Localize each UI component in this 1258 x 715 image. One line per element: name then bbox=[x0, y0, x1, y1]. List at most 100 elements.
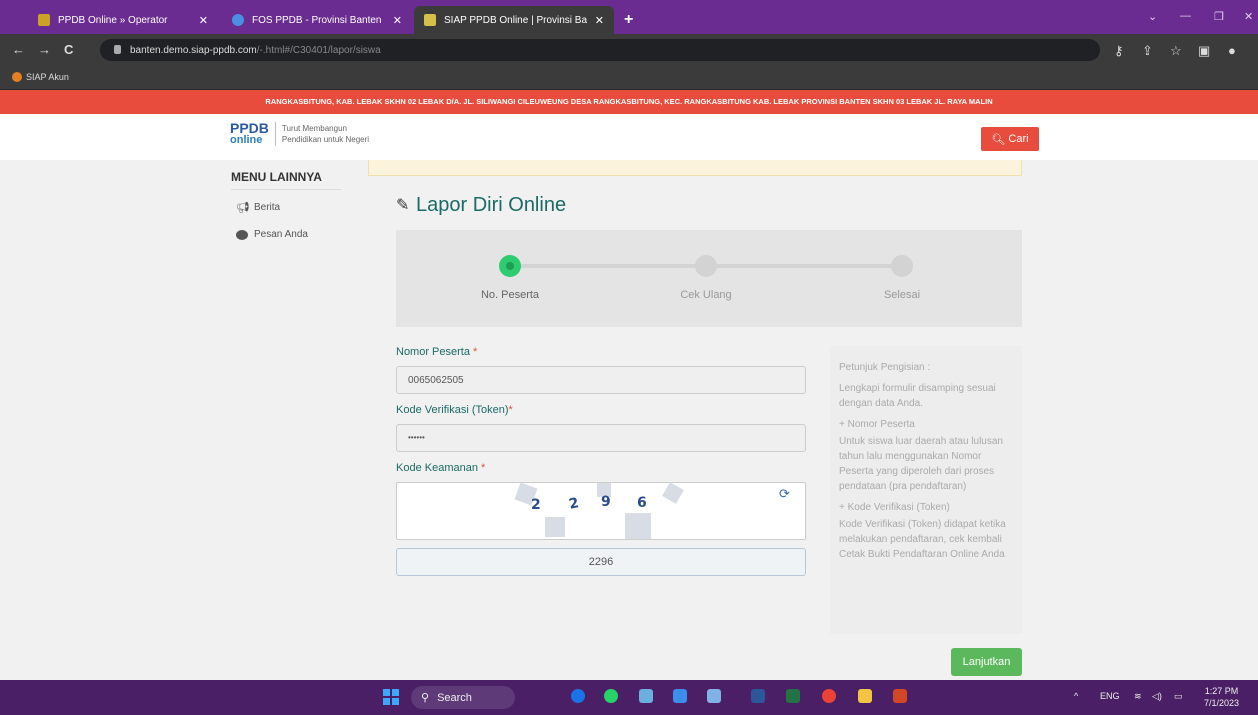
forward-icon[interactable]: → bbox=[38, 42, 51, 57]
chrome-icon[interactable] bbox=[822, 689, 836, 703]
folder-icon[interactable] bbox=[858, 689, 872, 703]
browser-tab-strip: PPDB Online » Operator ✕ FOS PPDB - Prov… bbox=[0, 0, 1258, 34]
captcha-image: 2 2 9 6 ⟳ bbox=[396, 482, 806, 540]
app-icon[interactable] bbox=[571, 689, 585, 703]
captcha-char: 6 bbox=[637, 495, 647, 511]
announcement-bar: RANGKASBITUNG, KAB. LEBAK SKHN 02 LEBAK … bbox=[0, 90, 1258, 114]
nomor-peserta-label: Nomor Peserta * bbox=[396, 346, 478, 358]
hint-title: Petunjuk Pengisian : bbox=[839, 362, 931, 373]
refresh-icon[interactable]: ⟳ bbox=[779, 486, 790, 502]
app-icon[interactable] bbox=[707, 689, 721, 703]
token-input[interactable]: •••••• bbox=[396, 424, 806, 452]
favicon-icon bbox=[38, 14, 50, 26]
logo-mark: PPDB online bbox=[230, 120, 269, 146]
announcement-text: RANGKASBITUNG, KAB. LEBAK SKHN 02 LEBAK … bbox=[265, 97, 993, 106]
star-icon[interactable]: ☆ bbox=[1170, 43, 1182, 59]
search-button-label: Cari bbox=[1008, 133, 1029, 145]
windows-start-icon[interactable] bbox=[383, 689, 399, 705]
sidebar-item-label: Berita bbox=[254, 202, 281, 213]
restore-icon[interactable]: ❐ bbox=[1214, 10, 1224, 23]
captcha-input[interactable]: 2296 bbox=[396, 548, 806, 576]
pencil-icon: ✎ bbox=[396, 196, 410, 214]
bookmark-siap-akun[interactable]: SIAP Akun bbox=[26, 72, 69, 82]
wifi-icon[interactable]: ≋ bbox=[1134, 691, 1142, 702]
sidebar-item-pesan[interactable]: Pesan Anda bbox=[236, 229, 308, 240]
search-icon: ⚲ bbox=[421, 692, 430, 704]
site-header: PPDB online Turut Membangun Pendidikan u… bbox=[0, 114, 1258, 160]
close-window-icon[interactable]: ✕ bbox=[1244, 10, 1253, 23]
hint-panel: Petunjuk Pengisian : Lengkapi formulir d… bbox=[830, 346, 1022, 634]
bookmarks-bar: SIAP Akun bbox=[0, 66, 1258, 90]
tab-title: SIAP PPDB Online | Provinsi Bant bbox=[444, 14, 587, 26]
hint-heading: + Kode Verifikasi (Token) bbox=[839, 502, 950, 513]
taskbar-search-label: Search bbox=[437, 691, 472, 704]
kode-keamanan-label: Kode Keamanan * bbox=[396, 462, 486, 474]
progress-stepper: No. Peserta Cek Ulang Selesai bbox=[396, 230, 1022, 327]
favicon-icon bbox=[424, 14, 436, 26]
search-icon: 🔍︎ bbox=[991, 133, 1006, 146]
notepad-icon[interactable] bbox=[673, 689, 687, 703]
volume-icon[interactable]: ◁) bbox=[1152, 691, 1162, 702]
excel-icon[interactable] bbox=[786, 689, 800, 703]
hint-text: Untuk siswa luar daerah atau lulusan tah… bbox=[839, 436, 1003, 492]
step-label-selesai: Selesai bbox=[883, 289, 921, 301]
browser-tab-siap[interactable]: SIAP PPDB Online | Provinsi Bant ✕ bbox=[414, 6, 614, 34]
app-icon[interactable] bbox=[639, 689, 653, 703]
lock-icon bbox=[114, 45, 121, 54]
favicon-icon bbox=[232, 14, 244, 26]
step-label-no-peserta: No. Peserta bbox=[480, 289, 540, 301]
new-tab-icon[interactable]: + bbox=[624, 11, 633, 29]
step-dot-cek-ulang bbox=[695, 255, 717, 277]
token-label: Kode Verifikasi (Token)* bbox=[396, 404, 513, 416]
tab-title: PPDB Online » Operator bbox=[58, 14, 168, 26]
close-icon[interactable]: ✕ bbox=[199, 14, 208, 27]
close-icon[interactable]: ✕ bbox=[595, 14, 604, 27]
tab-title: FOS PPDB - Provinsi Banten bbox=[252, 14, 382, 26]
browser-tab-operator[interactable]: PPDB Online » Operator ✕ bbox=[28, 6, 218, 34]
hint-text: Kode Verifikasi (Token) didapat ketika m… bbox=[839, 519, 1006, 560]
browser-tab-fos[interactable]: FOS PPDB - Provinsi Banten ✕ bbox=[222, 6, 412, 34]
step-label-cek-ulang: Cek Ulang bbox=[680, 289, 732, 301]
key-icon[interactable]: ⚷ bbox=[1114, 43, 1124, 59]
page-title: ✎ Lapor Diri Online bbox=[396, 194, 566, 217]
chat-icon bbox=[236, 229, 248, 240]
sidebar-icon[interactable]: ▣ bbox=[1198, 43, 1210, 59]
address-bar: ← → C banten.demo.siap-ppdb.com/-.html#/… bbox=[0, 34, 1258, 66]
divider bbox=[231, 189, 341, 190]
sidebar-item-label: Pesan Anda bbox=[254, 229, 308, 240]
powerpoint-icon[interactable] bbox=[893, 689, 907, 703]
profile-icon[interactable]: ● bbox=[1228, 43, 1236, 58]
taskbar-search[interactable]: ⚲ Search bbox=[411, 686, 515, 709]
captcha-noise bbox=[545, 517, 565, 537]
captcha-char: 9 bbox=[601, 494, 611, 510]
battery-icon[interactable]: ▭ bbox=[1174, 691, 1183, 702]
sidebar-title: MENU LAINNYA bbox=[231, 170, 322, 184]
sidebar-item-berita[interactable]: 📢︎ Berita bbox=[236, 202, 280, 213]
captcha-noise bbox=[662, 482, 684, 504]
taskbar-clock[interactable]: 1:27 PM 7/1/2023 bbox=[1204, 685, 1239, 709]
alert-box bbox=[368, 160, 1022, 176]
chevron-up-icon[interactable]: ^ bbox=[1074, 691, 1078, 701]
search-button[interactable]: 🔍︎ Cari bbox=[981, 127, 1039, 151]
share-icon[interactable]: ⇪ bbox=[1142, 43, 1153, 59]
minimize-icon[interactable]: — bbox=[1180, 10, 1191, 22]
logo-tagline: Turut Membangun Pendidikan untuk Negeri bbox=[281, 124, 370, 144]
lanjutkan-button[interactable]: Lanjutkan bbox=[951, 648, 1022, 676]
back-icon[interactable]: ← bbox=[12, 42, 25, 57]
captcha-char: 2 bbox=[567, 495, 581, 513]
reload-icon[interactable]: C bbox=[64, 42, 73, 57]
nomor-peserta-input[interactable]: 0065062505 bbox=[396, 366, 806, 394]
word-icon[interactable] bbox=[751, 689, 765, 703]
url-text: banten.demo.siap-ppdb.com/-.html#/C30401… bbox=[130, 45, 381, 56]
close-icon[interactable]: ✕ bbox=[393, 14, 402, 27]
hint-heading: + Nomor Peserta bbox=[839, 419, 915, 430]
page-title-text: Lapor Diri Online bbox=[416, 194, 567, 216]
captcha-char: 2 bbox=[531, 497, 541, 513]
step-dot-selesai bbox=[891, 255, 913, 277]
chevron-down-icon[interactable]: ⌄ bbox=[1148, 10, 1157, 23]
ppdb-logo[interactable]: PPDB online Turut Membangun Pendidikan u… bbox=[230, 120, 370, 146]
divider bbox=[274, 122, 276, 146]
whatsapp-icon[interactable] bbox=[604, 689, 618, 703]
language-indicator[interactable]: ENG bbox=[1100, 691, 1120, 701]
hint-intro: Lengkapi formulir disamping sesuai denga… bbox=[839, 383, 996, 409]
